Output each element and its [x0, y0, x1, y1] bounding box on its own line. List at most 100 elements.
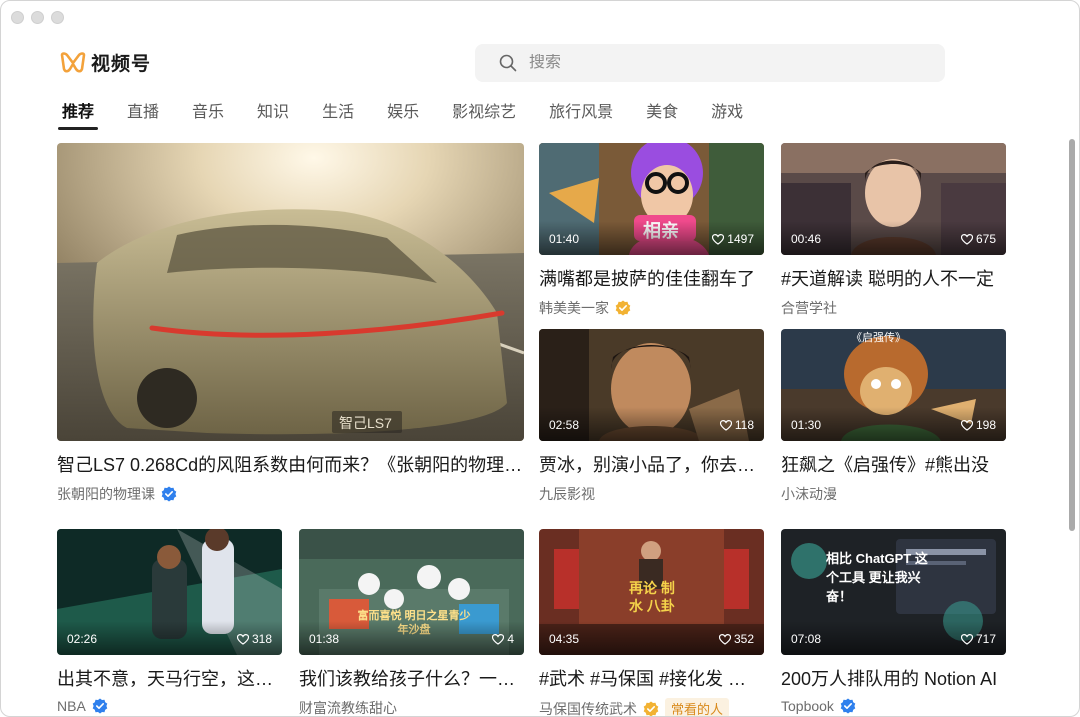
video-likes: 352: [718, 632, 754, 646]
heart-icon: [960, 633, 973, 645]
like-count: 318: [251, 632, 272, 646]
video-thumbnail[interactable]: 00:46 675: [781, 143, 1006, 255]
verified-badge-icon: [92, 698, 108, 714]
author-name: Topbook: [781, 698, 834, 714]
verified-badge-icon: [840, 698, 856, 714]
video-duration: 07:08: [791, 632, 822, 646]
author-name: 财富流教练甜心: [299, 700, 397, 716]
tab-travel[interactable]: 旅行风景: [549, 98, 613, 130]
video-thumbnail[interactable]: 再论 制水 八卦 04:35 352: [539, 529, 764, 655]
video-card[interactable]: 02:26 318 出其不意，天马行空，这就是篮球 NBA: [57, 529, 282, 714]
heart-icon: [960, 419, 973, 431]
tab-food[interactable]: 美食: [646, 98, 678, 130]
like-count: 675: [975, 232, 996, 246]
tab-games[interactable]: 游戏: [711, 98, 743, 130]
app-window: 视频号 推荐 直播 音乐 知识 生活 娱乐 影视综艺 旅行风景 美食 游戏: [0, 0, 1080, 717]
close-window-button[interactable]: [11, 11, 24, 24]
thumb-overlay-text: 相比 ChatGPT 这个工具 更让我兴奋！: [826, 551, 928, 604]
search-icon: [499, 53, 519, 73]
app-logo[interactable]: 视频号: [59, 49, 151, 76]
like-count: 118: [734, 418, 754, 432]
vertical-scrollbar[interactable]: [1069, 139, 1075, 531]
author-name: 合营学社: [781, 300, 837, 316]
author-name: 韩美美一家: [539, 300, 609, 316]
verified-badge-icon: [615, 300, 631, 316]
video-title[interactable]: 狂飙之《启强传》#熊出没: [781, 451, 1006, 477]
heart-icon: [960, 233, 973, 245]
window-controls: [11, 11, 64, 24]
video-likes: 1497: [712, 232, 754, 246]
video-title[interactable]: 满嘴都是披萨的佳佳翻车了: [539, 265, 764, 291]
video-thumbnail[interactable]: 相比 ChatGPT 这个工具 更让我兴奋！ 07:08 717: [781, 529, 1006, 655]
heart-icon: [718, 633, 731, 645]
video-duration: 01:30: [791, 418, 822, 432]
video-thumbnail[interactable]: 《启强传》 01:30 198: [781, 329, 1006, 441]
author-name: 小沫动漫: [781, 486, 837, 502]
video-likes: 675: [960, 232, 996, 246]
tab-film-tv[interactable]: 影视综艺: [452, 98, 516, 130]
video-duration: 00:46: [791, 232, 822, 246]
video-author[interactable]: 财富流教练甜心: [299, 698, 524, 716]
like-count: 198: [975, 418, 996, 432]
video-card[interactable]: 富而喜悦 明日之星青少年沙盘 01:38 4 我们该教给孩子什么？一盘游戏 财富…: [299, 529, 524, 716]
plate-text: 智己LS7: [339, 415, 392, 431]
video-title[interactable]: 我们该教给孩子什么？一盘游戏: [299, 665, 524, 691]
verified-badge-icon: [643, 701, 659, 716]
video-title[interactable]: #武术 #马保国 #接化发 马保国: [539, 665, 764, 691]
like-count: 1497: [727, 232, 754, 246]
tab-knowledge[interactable]: 知识: [257, 98, 289, 130]
video-author[interactable]: Topbook: [781, 698, 1006, 714]
video-card[interactable]: 02:58 118 贾冰，别演小品了，你去拍电影吧 九辰影视: [539, 329, 764, 504]
frequent-viewer-badge: 常看的人: [665, 698, 730, 716]
verified-badge-icon: [161, 486, 177, 502]
video-author[interactable]: 马保国传统武术 常看的人: [539, 698, 764, 717]
video-likes: 118: [719, 418, 754, 432]
video-thumbnail[interactable]: 02:58 118: [539, 329, 764, 441]
tab-recommend[interactable]: 推荐: [57, 98, 99, 130]
featured-video-card[interactable]: 智己LS7 智己LS7 0.268Cd的风阻系数由何而来？《张朝阳的物理课》 张…: [57, 143, 524, 504]
author-name: 九辰影视: [539, 486, 595, 502]
tab-life[interactable]: 生活: [322, 98, 354, 130]
video-thumbnail[interactable]: 相亲 01:40 1497: [539, 143, 764, 255]
minimize-window-button[interactable]: [31, 11, 44, 24]
zoom-window-button[interactable]: [51, 11, 64, 24]
video-author[interactable]: 合营学社: [781, 298, 1006, 318]
video-title[interactable]: 贾冰，别演小品了，你去拍电影吧: [539, 451, 764, 477]
video-duration: 02:58: [549, 418, 580, 432]
video-likes: 717: [960, 632, 996, 646]
author-name: 马保国传统武术: [539, 700, 637, 717]
thumb-overlay-text: 再论 制水 八卦: [629, 580, 675, 614]
video-title[interactable]: 200万人排队用的 Notion AI: [781, 665, 1006, 691]
category-tabs: 推荐 直播 音乐 知识 生活 娱乐 影视综艺 旅行风景 美食 游戏: [57, 98, 776, 130]
video-author[interactable]: 九辰影视: [539, 484, 764, 504]
video-thumbnail[interactable]: 02:26 318: [57, 529, 282, 655]
heart-icon: [712, 233, 725, 245]
tab-live[interactable]: 直播: [127, 98, 159, 130]
video-duration: 01:40: [549, 232, 580, 246]
video-card[interactable]: 00:46 675 #天道解读 聪明的人不一定 合营学社: [781, 143, 1006, 318]
video-author[interactable]: NBA: [57, 698, 282, 714]
author-name: 张朝阳的物理课: [57, 486, 155, 502]
search-input[interactable]: [529, 54, 909, 72]
video-title[interactable]: #天道解读 聪明的人不一定: [781, 265, 1006, 291]
heart-icon: [719, 419, 732, 431]
video-title[interactable]: 出其不意，天马行空，这就是篮球: [57, 665, 282, 691]
video-card[interactable]: 相亲 01:40 1497 满嘴都是披萨的佳佳翻车了 韩美美一家: [539, 143, 764, 318]
video-author[interactable]: 韩美美一家: [539, 298, 764, 318]
tab-entertainment[interactable]: 娱乐: [387, 98, 419, 130]
video-likes: 318: [236, 632, 272, 646]
video-thumbnail[interactable]: 富而喜悦 明日之星青少年沙盘 01:38 4: [299, 529, 524, 655]
video-thumbnail[interactable]: 智己LS7: [57, 143, 524, 441]
video-author[interactable]: 小沫动漫: [781, 484, 1006, 504]
video-title[interactable]: 智己LS7 0.268Cd的风阻系数由何而来？《张朝阳的物理课》: [57, 451, 524, 477]
video-duration: 01:38: [309, 632, 340, 646]
like-count: 717: [975, 632, 996, 646]
video-card[interactable]: 再论 制水 八卦 04:35 352 #武术 #马保国 #接化发 马保国 马保国…: [539, 529, 764, 717]
video-likes: 4: [492, 632, 514, 646]
search-bar[interactable]: [475, 44, 945, 82]
video-duration: 02:26: [67, 632, 98, 646]
video-card[interactable]: 《启强传》 01:30 198 狂飙之《启强传》#熊出没 小沫动漫: [781, 329, 1006, 504]
video-author[interactable]: 张朝阳的物理课: [57, 484, 524, 504]
tab-music[interactable]: 音乐: [192, 98, 224, 130]
video-card[interactable]: 相比 ChatGPT 这个工具 更让我兴奋！ 07:08 717 200万人排队…: [781, 529, 1006, 714]
